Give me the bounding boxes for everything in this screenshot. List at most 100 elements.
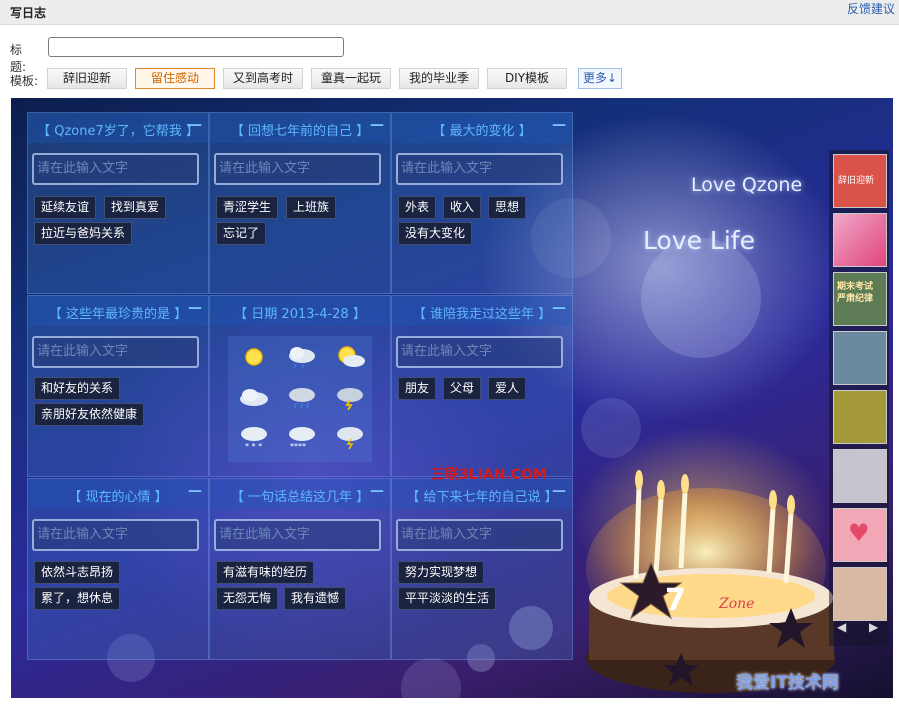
text-input[interactable]: 请在此输入文字 xyxy=(214,519,381,551)
more-templates-button[interactable]: 更多↓ xyxy=(578,68,622,89)
tag-option[interactable]: 拉近与爸妈关系 xyxy=(34,222,133,245)
cell-recall-seven-years: 【 回想七年前的自己 】 — 请在此输入文字 青涩学生 上班族 忘记了 xyxy=(209,112,391,294)
cell-title: 【 Qzone7岁了，它帮我 】 xyxy=(37,124,199,139)
snow-icon[interactable]: * * * xyxy=(236,424,272,450)
next-arrow-icon[interactable]: ▶ xyxy=(869,620,878,634)
thumb-lovers[interactable] xyxy=(833,213,887,267)
tag-option[interactable]: 依然斗志昂扬 xyxy=(34,561,121,584)
collapse-button[interactable]: — xyxy=(188,117,202,133)
tag-option[interactable]: 有滋有味的经历 xyxy=(216,561,315,584)
text-input[interactable]: 请在此输入文字 xyxy=(32,519,199,551)
cloud-icon[interactable] xyxy=(236,384,272,410)
tag-option[interactable]: 和好友的关系 xyxy=(34,377,121,400)
thumb-new-year[interactable]: 辞旧迎新 xyxy=(833,154,887,208)
cell-title: 【 最大的变化 】 xyxy=(432,124,532,139)
love-life-text: Love Life xyxy=(643,226,755,255)
thumb-heart[interactable]: ♥ xyxy=(833,508,887,562)
cell-one-sentence: 【 一句话总结这几年 】 — 请在此输入文字 有滋有味的经历 无怨无悔 我有遗憾 xyxy=(209,478,391,660)
template-canvas: Love Qzone Love Life 【 Qzone7岁了，它帮我 】 — … xyxy=(11,98,893,698)
template-button-exam[interactable]: 又到高考时 xyxy=(223,68,303,89)
watermark-site: 我爱IT技术网 xyxy=(736,673,839,693)
tag-option[interactable]: 平平淡淡的生活 xyxy=(398,587,497,610)
collapse-button[interactable]: — xyxy=(552,300,566,316)
title-label: 标题: xyxy=(10,43,27,74)
collapse-button[interactable]: — xyxy=(370,483,384,499)
thumb-room[interactable] xyxy=(833,567,887,621)
tag-option[interactable]: 亲朋好友依然健康 xyxy=(34,403,145,426)
text-input[interactable]: 请在此输入文字 xyxy=(396,519,563,551)
thumb-exam[interactable]: 期末考试 严肃纪律 xyxy=(833,272,887,326)
template-button-new-year[interactable]: 辞旧迎新 xyxy=(47,68,127,89)
template-button-graduation[interactable]: 我的毕业季 xyxy=(399,68,479,89)
tag-option[interactable]: 找到真爱 xyxy=(104,196,167,219)
template-thumbnail-strip: 辞旧迎新 期末考试 严肃纪律 ♥ ◀ ▶ xyxy=(829,150,889,646)
text-input[interactable]: 请在此输入文字 xyxy=(396,336,563,368)
title-input[interactable] xyxy=(48,37,344,57)
tag-option[interactable]: 思想 xyxy=(488,196,527,219)
tag-option[interactable]: 没有大变化 xyxy=(398,222,473,245)
cell-title: 【 一句话总结这几年 】 xyxy=(230,490,370,505)
cell-next-seven-years: 【 给下来七年的自己说 】 — 请在此输入文字 努力实现梦想 平平淡淡的生活 xyxy=(391,478,573,660)
svg-text:* * *: * * * xyxy=(245,442,262,450)
template-label: 模板: xyxy=(10,74,39,88)
collapse-button[interactable]: — xyxy=(188,300,202,316)
collapse-button[interactable]: — xyxy=(552,117,566,133)
template-button-diy[interactable]: DIY模板 xyxy=(487,68,567,89)
tag-option[interactable]: 爱人 xyxy=(488,377,527,400)
birthday-cake-image: 7 Zone xyxy=(586,470,836,693)
cell-qzone-helped: 【 Qzone7岁了，它帮我 】 — 请在此输入文字 延续友谊 找到真爱 拉近与… xyxy=(27,112,209,294)
thumb-label: 期末考试 严肃纪律 xyxy=(837,282,874,304)
snow-thunder-icon[interactable] xyxy=(332,424,368,450)
cell-most-precious: 【 这些年最珍贵的是 】 — 请在此输入文字 和好友的关系 亲朋好友依然健康 xyxy=(27,295,209,477)
text-input[interactable]: 请在此输入文字 xyxy=(214,153,381,185)
cell-title: 【 给下来七年的自己说 】 xyxy=(406,490,558,505)
thumb-graduate[interactable] xyxy=(833,331,887,385)
tag-option[interactable]: 外表 xyxy=(398,196,437,219)
svg-text:****: **** xyxy=(290,442,306,450)
tag-option[interactable]: 我有遗憾 xyxy=(284,587,347,610)
collapse-button[interactable]: — xyxy=(370,117,384,133)
sun-icon[interactable] xyxy=(236,344,272,370)
collapse-button[interactable]: — xyxy=(188,483,202,499)
feedback-link[interactable]: 反馈建议 xyxy=(847,0,895,17)
text-input[interactable]: 请在此输入文字 xyxy=(32,336,199,368)
text-input[interactable]: 请在此输入文字 xyxy=(32,153,199,185)
prev-arrow-icon[interactable]: ◀ xyxy=(837,620,846,634)
cell-title: 【 现在的心情 】 xyxy=(68,490,168,505)
tag-option[interactable]: 忘记了 xyxy=(216,222,267,245)
tag-option[interactable]: 青涩学生 xyxy=(216,196,279,219)
cell-current-mood: 【 现在的心情 】 — 请在此输入文字 依然斗志昂扬 累了，想休息 xyxy=(27,478,209,660)
tag-option[interactable]: 父母 xyxy=(443,377,482,400)
template-button-keep-moved[interactable]: 留住感动 xyxy=(135,68,215,89)
cell-title: 【 回想七年前的自己 】 xyxy=(230,124,370,139)
cell-title: 【 这些年最珍贵的是 】 xyxy=(48,307,188,322)
tag-option[interactable]: 收入 xyxy=(443,196,482,219)
snow-heavy-icon[interactable]: **** xyxy=(284,424,320,450)
cloud-drizzle-icon[interactable] xyxy=(284,384,320,410)
template-button-childhood[interactable]: 童真一起玩 xyxy=(311,68,391,89)
love-qzone-text: Love Qzone xyxy=(691,174,803,196)
tag-option[interactable]: 上班族 xyxy=(286,196,337,219)
cloud-rain-icon[interactable] xyxy=(284,344,320,370)
tag-option[interactable]: 无怨无悔 xyxy=(216,587,279,610)
text-input[interactable]: 请在此输入文字 xyxy=(396,153,563,185)
sun-cloud-icon[interactable] xyxy=(332,344,368,370)
cake-script-text: Zone xyxy=(718,596,754,612)
cloud-thunder-icon[interactable] xyxy=(332,384,368,410)
tag-option[interactable]: 朋友 xyxy=(398,377,437,400)
tag-option[interactable]: 努力实现梦想 xyxy=(398,561,485,584)
cell-date-weather: 【 日期 2013-4-28 】 * * * **** xyxy=(209,295,391,477)
heart-icon: ♥ xyxy=(848,519,870,547)
cell-title: 【 谁陪我走过这些年 】 xyxy=(412,307,552,322)
tag-option[interactable]: 延续友谊 xyxy=(34,196,97,219)
tag-option[interactable]: 累了，想休息 xyxy=(34,587,121,610)
date-title: 【 日期 2013-4-28 】 xyxy=(234,307,366,322)
collapse-button[interactable]: — xyxy=(552,483,566,499)
cake-number: 7 xyxy=(665,583,686,618)
thumb-girl[interactable] xyxy=(833,449,887,503)
cell-who-accompanied: 【 谁陪我走过这些年 】 — 请在此输入文字 朋友 父母 爱人 xyxy=(391,295,573,477)
thumb-label: 辞旧迎新 xyxy=(838,176,875,186)
watermark-3lian: 三联3LIAN.COM xyxy=(431,467,547,483)
thumb-autumn[interactable] xyxy=(833,390,887,444)
top-bar: 写日志 反馈建议 xyxy=(0,0,899,25)
